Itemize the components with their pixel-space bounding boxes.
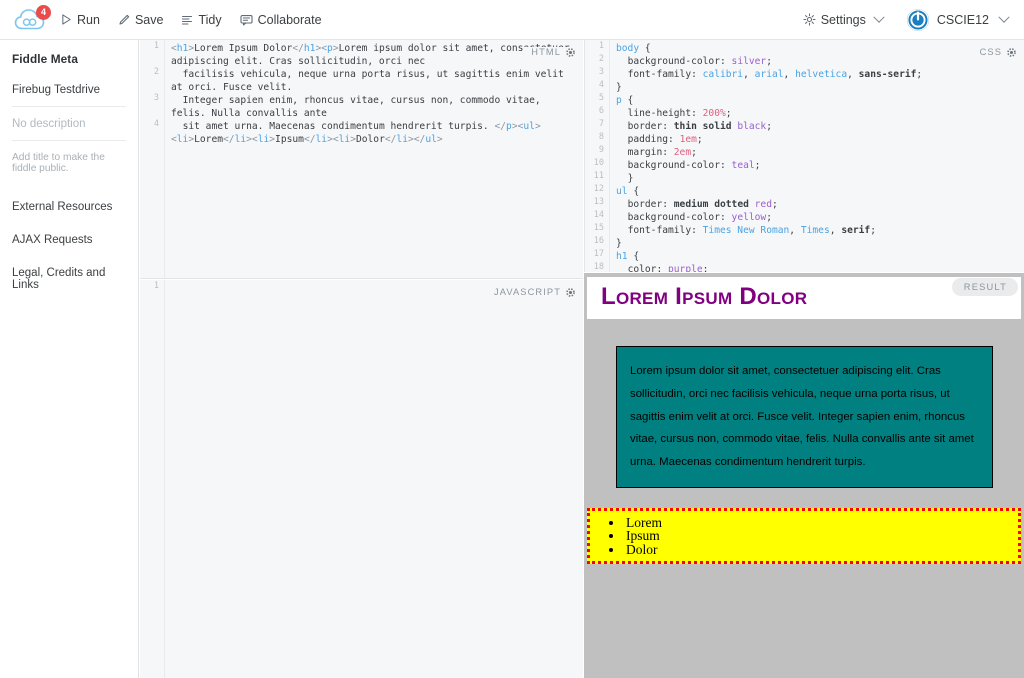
gear-icon[interactable] bbox=[566, 287, 575, 297]
public-hint-text: Add title to make the fiddle public. bbox=[12, 152, 105, 174]
line-number: 3 bbox=[153, 93, 159, 103]
line-number: 7 bbox=[598, 119, 604, 129]
line-number: 4 bbox=[598, 80, 604, 90]
gear-icon bbox=[803, 13, 816, 26]
save-label: Save bbox=[134, 12, 164, 27]
css-editor-panel[interactable]: 1 2 3 4 5 6 7 8 9 10 11 12 13 14 15 16 17 18 CSS body { b… bbox=[584, 40, 1024, 272]
avatar-power-icon bbox=[906, 8, 929, 31]
result-tab-label[interactable]: RESULT bbox=[951, 278, 1018, 296]
tidy-label: Tidy bbox=[198, 12, 222, 27]
result-preview-pane: RESULT Lorem Ipsum Dolor Lorem ipsum dol… bbox=[584, 273, 1024, 678]
fiddle-meta-sidebar: Fiddle Meta Firebug Testdrive No descrip… bbox=[0, 40, 139, 678]
chevron-down-icon bbox=[873, 11, 885, 23]
javascript-editor-panel[interactable]: 1 JAVASCRIPT bbox=[140, 280, 583, 678]
list-item: Dolor bbox=[624, 543, 1013, 557]
line-number: 4 bbox=[153, 119, 159, 129]
play-icon bbox=[62, 14, 71, 25]
list-item: Ipsum bbox=[624, 529, 1013, 543]
run-button[interactable]: Run bbox=[52, 0, 109, 40]
css-panel-label[interactable]: CSS bbox=[972, 47, 1016, 57]
save-button[interactable]: Save bbox=[109, 0, 173, 40]
pencil-icon bbox=[119, 14, 130, 25]
html-label-text: HTML bbox=[531, 47, 561, 57]
user-menu[interactable]: CSCIE12 bbox=[894, 8, 1012, 32]
collaborate-button[interactable]: Collaborate bbox=[231, 0, 331, 40]
css-code-content[interactable]: body { background-color: silver; font-fa… bbox=[611, 40, 1024, 272]
line-number: 17 bbox=[593, 249, 604, 259]
run-label: Run bbox=[77, 12, 100, 27]
gear-icon[interactable] bbox=[566, 47, 575, 57]
jsfiddle-logo[interactable]: 4 bbox=[10, 4, 52, 35]
notification-badge[interactable]: 4 bbox=[36, 4, 51, 20]
list-item: Lorem bbox=[624, 516, 1013, 530]
tidy-button[interactable]: Tidy bbox=[172, 0, 230, 40]
chevron-down-icon bbox=[998, 11, 1010, 23]
fiddle-description-input[interactable]: No description bbox=[12, 118, 126, 141]
topbar-right-group: Settings CSCIE12 bbox=[786, 0, 1012, 40]
sidebar-item-ajax-requests[interactable]: AJAX Requests bbox=[12, 234, 126, 246]
line-number: 6 bbox=[598, 106, 604, 116]
line-number: 1 bbox=[153, 281, 159, 291]
settings-label: Settings bbox=[820, 12, 866, 27]
line-number: 1 bbox=[598, 41, 604, 51]
css-label-text: CSS bbox=[979, 47, 1002, 57]
javascript-code-content[interactable] bbox=[166, 280, 583, 282]
line-number: 13 bbox=[593, 197, 604, 207]
line-number: 11 bbox=[593, 171, 604, 181]
line-number: 3 bbox=[598, 67, 604, 77]
gear-icon[interactable] bbox=[1007, 47, 1016, 57]
sidebar-title: Fiddle Meta bbox=[12, 52, 78, 66]
username-label: CSCIE12 bbox=[936, 12, 989, 27]
lines-icon bbox=[182, 15, 193, 25]
javascript-panel-label[interactable]: JAVASCRIPT bbox=[487, 287, 575, 297]
css-gutter: 1 2 3 4 5 6 7 8 9 10 11 12 13 14 15 16 17 18 bbox=[585, 40, 610, 272]
html-gutter: 1 2 3 4 bbox=[140, 40, 165, 278]
top-toolbar: 4 Run Save Tidy Collaborate Settings CSC… bbox=[0, 0, 1024, 40]
line-number: 2 bbox=[153, 67, 159, 77]
chat-icon bbox=[240, 14, 253, 26]
line-number: 12 bbox=[593, 184, 604, 194]
fiddle-title-input[interactable]: Firebug Testdrive bbox=[12, 84, 126, 107]
javascript-gutter: 1 bbox=[140, 280, 165, 678]
line-number: 5 bbox=[598, 93, 604, 103]
collaborate-label: Collaborate bbox=[257, 12, 322, 27]
javascript-label-text: JAVASCRIPT bbox=[494, 287, 561, 297]
line-number: 14 bbox=[593, 210, 604, 220]
html-code-content[interactable]: <h1>Lorem Ipsum Dolor</h1><p>Lorem ipsum… bbox=[166, 40, 583, 146]
line-number: 8 bbox=[598, 132, 604, 142]
settings-button[interactable]: Settings bbox=[794, 0, 892, 40]
line-number: 9 bbox=[598, 145, 604, 155]
line-number: 15 bbox=[593, 223, 604, 233]
html-panel-label[interactable]: HTML bbox=[524, 47, 575, 57]
html-editor-panel[interactable]: 1 2 3 4 HTML <h1>Lorem Ipsum Dolor</h1><… bbox=[140, 40, 583, 279]
line-number: 16 bbox=[593, 236, 604, 246]
line-number: 1 bbox=[153, 41, 159, 51]
preview-paragraph: Lorem ipsum dolor sit amet, consectetuer… bbox=[616, 346, 993, 488]
sidebar-item-external-resources[interactable]: External Resources bbox=[12, 201, 126, 213]
line-number: 10 bbox=[593, 158, 604, 168]
line-number: 2 bbox=[598, 54, 604, 64]
line-number: 18 bbox=[593, 262, 604, 272]
preview-list: Lorem Ipsum Dolor bbox=[587, 507, 1021, 565]
sidebar-item-legal-credits[interactable]: Legal, Credits and Links bbox=[12, 267, 126, 291]
